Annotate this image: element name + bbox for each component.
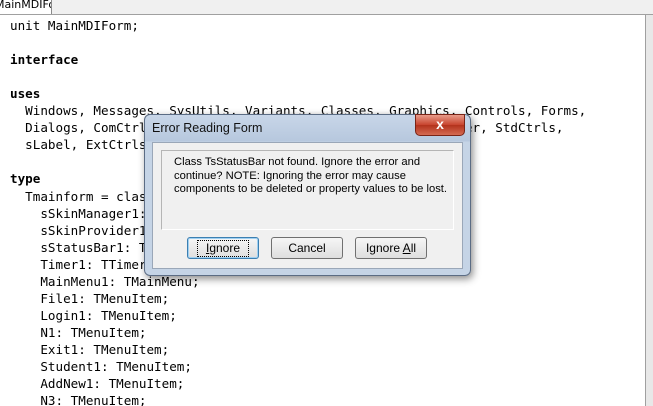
- code-line: interface: [10, 52, 79, 68]
- code-line: AddNew1: TMenuItem;: [10, 376, 185, 392]
- editor-tab-strip: MainMDIForm: [0, 0, 653, 15]
- close-button[interactable]: x: [415, 114, 465, 136]
- cancel-button-label: Cancel: [288, 241, 326, 255]
- dialog-client-area: Class TsStatusBar not found. Ignore the …: [152, 142, 463, 269]
- code-line: Login1: TMenuItem;: [10, 307, 177, 323]
- code-line: File1: TMenuItem;: [10, 290, 170, 306]
- ignore-all-button[interactable]: Ignore All: [355, 237, 427, 259]
- code-line: Timer1: TTimer;: [10, 256, 155, 272]
- cancel-button[interactable]: Cancel: [271, 237, 343, 259]
- code-line: N3: TMenuItem;: [10, 393, 147, 406]
- dialog-title: Error Reading Form: [152, 121, 263, 135]
- error-message: Class TsStatusBar not found. Ignore the …: [174, 156, 448, 195]
- code-line: Exit1: TMenuItem;: [10, 341, 170, 357]
- tab-mainmdiform[interactable]: MainMDIForm: [0, 0, 52, 14]
- ignore-button-label: Ignore: [196, 240, 250, 257]
- editor-vertical-scrollbar[interactable]: [646, 15, 653, 406]
- code-line: uses: [10, 86, 41, 102]
- code-line: unit MainMDIForm;: [10, 18, 139, 33]
- code-line: N1: TMenuItem;: [10, 324, 147, 340]
- close-icon: x: [436, 116, 444, 132]
- error-dialog: Error Reading Form x Class TsStatusBar n…: [144, 114, 471, 276]
- ignore-button[interactable]: Ignore: [187, 237, 259, 259]
- message-panel: Class TsStatusBar not found. Ignore the …: [161, 150, 454, 230]
- code-line: Student1: TMenuItem;: [10, 359, 192, 374]
- code-line: sLabel, ExtCtrls: [10, 137, 147, 153]
- code-line: type: [10, 171, 41, 187]
- ignore-all-button-label: Ignore All: [365, 241, 417, 255]
